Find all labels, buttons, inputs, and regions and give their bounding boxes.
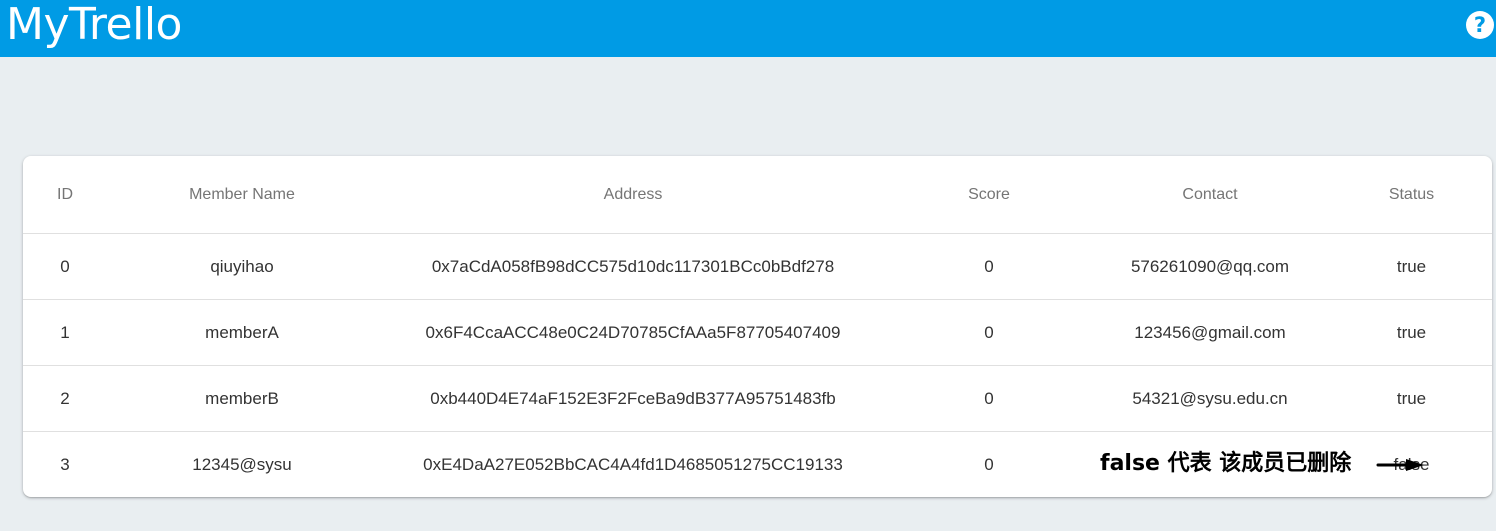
cell-status: true [1331,365,1492,432]
column-header-status[interactable]: Status [1331,156,1492,234]
cell-contact: 54321@sysu.edu.cn [1089,365,1331,432]
arrow-right-icon [1376,459,1424,471]
cell-contact: 576261090@qq.com [1089,233,1331,300]
cell-id: 3 [60,454,70,474]
cell-id: 2 [23,365,107,432]
cell-id: 1 [23,299,107,366]
cell-address: 0x6F4CcaACC48e0C24D70785CfAAa5F877054074… [377,299,889,366]
cell-status: true [1331,299,1492,366]
cell-status: true [1331,233,1492,300]
members-table-card: ID Member Name Address Score Contact Sta… [23,156,1492,497]
column-header-contact[interactable]: Contact [1089,156,1331,234]
members-table: ID Member Name Address Score Contact Sta… [23,156,1492,497]
app-title: MyTrello [6,0,182,50]
cell-address: 0xE4DaA27E052BbCAC4A4fd1D4685051275CC191… [423,454,843,474]
cell-id: 0 [23,233,107,300]
cell-contact: 123456@gmail.com [1089,299,1331,366]
column-header-id[interactable]: ID [23,156,107,234]
cell-address: 0xb440D4E74aF152E3F2FceBa9dB377A95751483… [377,365,889,432]
table-row[interactable]: 0 qiuyihao 0x7aCdA058fB98dCC575d10dc1173… [23,233,1492,300]
cell-member-name: memberA [107,299,377,366]
cell-address: 0x7aCdA058fB98dCC575d10dc117301BCc0bBdf2… [377,233,889,300]
column-header-score[interactable]: Score [889,156,1089,234]
table-row[interactable]: 1 memberA 0x6F4CcaACC48e0C24D70785CfAAa5… [23,299,1492,366]
cell-score: 0 [889,233,1089,300]
cell-member-name: memberB [107,365,377,432]
help-button[interactable]: ? [1466,11,1494,39]
column-header-member-name[interactable]: Member Name [107,156,377,234]
cell-score: 0 [889,365,1089,432]
cell-member-name: 12345@sysu [192,454,292,474]
cell-member-name: qiuyihao [107,233,377,300]
cell-score: 0 [889,299,1089,366]
cell-score: 0 [984,454,994,474]
table-row[interactable]: 2 memberB 0xb440D4E74aF152E3F2FceBa9dB37… [23,365,1492,432]
app-bar: MyTrello ? [0,0,1496,57]
column-header-address[interactable]: Address [377,156,889,234]
help-circle-icon: ? [1473,13,1487,37]
annotation-text: false 代表 该成员已删除 [1100,451,1352,476]
table-header-row: ID Member Name Address Score Contact Sta… [23,156,1492,234]
